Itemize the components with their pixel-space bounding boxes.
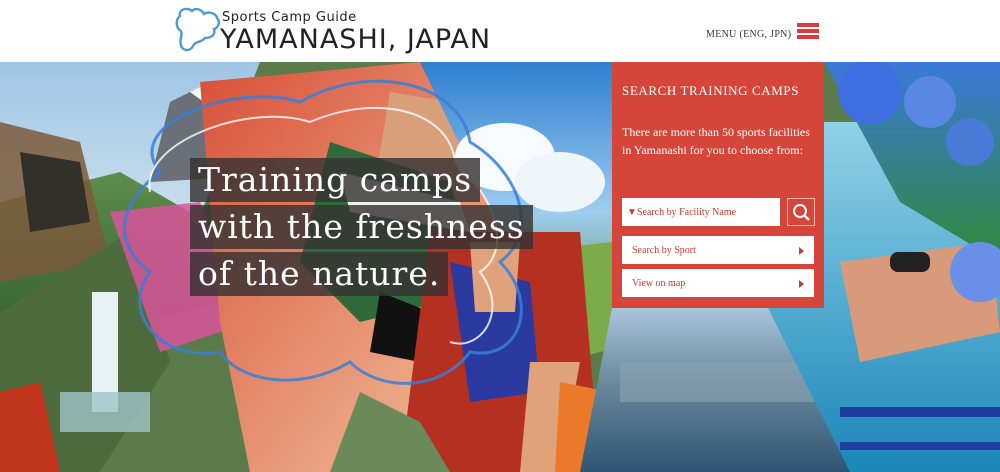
logo-subtitle: Sports Camp Guide (222, 10, 357, 25)
search-icon (793, 204, 810, 221)
site-logo[interactable]: Sports Camp Guide YAMANASHI, JAPAN (172, 4, 492, 58)
menu-language-label[interactable]: MENU (ENG, JPN) (706, 29, 791, 40)
yamanashi-map-logo-icon (175, 7, 221, 52)
search-training-camps-panel: SEARCH TRAINING CAMPS There are more tha… (612, 62, 824, 308)
search-by-sport-link[interactable]: Search by Sport (622, 236, 814, 264)
arrow-right-icon (799, 247, 804, 255)
arrow-right-icon (799, 280, 804, 288)
panel-description: There are more than 50 sports facilities… (622, 125, 810, 157)
view-on-map-link[interactable]: View on map (622, 269, 814, 297)
hero-tagline-line-1: Training camps (190, 158, 481, 202)
view-on-map-label: View on map (632, 277, 686, 289)
hero-photo-collage (0, 62, 1000, 472)
search-button[interactable] (787, 198, 815, 226)
logo-title: YAMANASHI, JAPAN (220, 24, 492, 55)
search-by-sport-label: Search by Sport (632, 244, 696, 256)
site-header: Sports Camp Guide YAMANASHI, JAPAN MENU … (0, 0, 1000, 62)
panel-title: SEARCH TRAINING CAMPS (622, 83, 800, 98)
facility-select-label: ▼Search by Facility Name (627, 206, 737, 218)
facility-name-select[interactable]: ▼Search by Facility Name (622, 198, 780, 226)
hero-tagline-line-2: with the freshness (190, 205, 533, 249)
hero-collage: Training camps with the freshness of the… (0, 62, 1000, 472)
hamburger-menu-icon[interactable] (797, 23, 819, 39)
hero-tagline-line-3: of the nature. (190, 252, 449, 296)
